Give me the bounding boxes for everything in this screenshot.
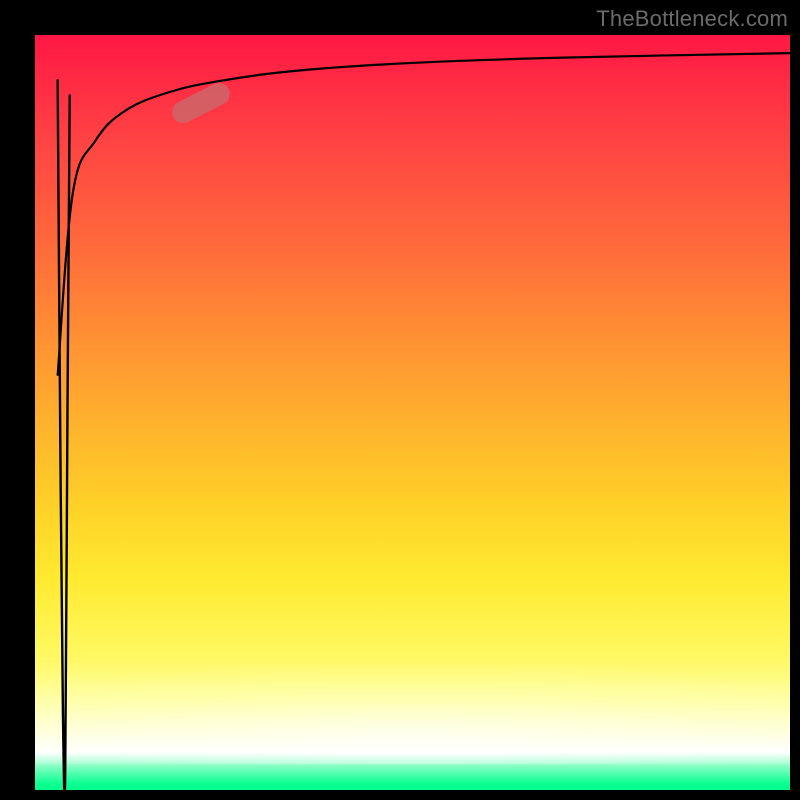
curve-layer (35, 35, 790, 790)
watermark-text: TheBottleneck.com (596, 6, 788, 32)
plot-area (35, 35, 790, 790)
curve-log-top (58, 53, 790, 375)
curve-spike (58, 80, 70, 790)
